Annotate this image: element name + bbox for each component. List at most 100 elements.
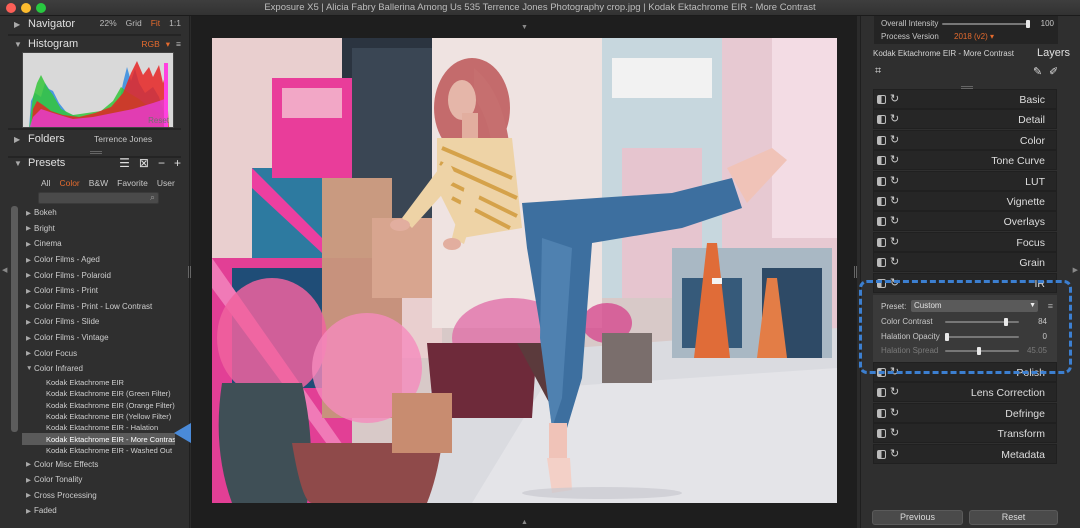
collapse-arrow-icon[interactable]: ▶ [22, 349, 34, 357]
fit-toggle[interactable]: Fit [151, 18, 160, 28]
photo-preview[interactable] [212, 38, 837, 503]
presets-header[interactable]: ▼ Presets ☰ ⊠ − + [14, 154, 181, 172]
crop-icon[interactable]: ⌗ [875, 65, 881, 78]
collapse-arrow-icon[interactable]: ▶ [22, 287, 34, 295]
histogram-header[interactable]: ▼ Histogram RGB ▾ ≡ [14, 35, 181, 53]
adjustment-panel-header[interactable]: ↻ LUT [873, 170, 1057, 191]
adjustment-panel-header[interactable]: ↻ Basic [873, 89, 1057, 109]
preset-category[interactable]: ▶ Color Films - Polaroid [22, 267, 175, 283]
panel-reset-icon[interactable]: ↻ [890, 112, 899, 125]
collapse-arrow-icon[interactable]: ▶ [22, 460, 34, 468]
collapse-arrow-icon[interactable]: ▶ [22, 476, 34, 484]
grid-toggle[interactable]: Grid [126, 18, 142, 28]
histogram-mode[interactable]: RGB ▾ ≡ [141, 39, 181, 50]
preset-category[interactable]: ▶ Color Focus [22, 345, 175, 361]
collapse-arrow-icon[interactable]: ▶ [22, 256, 34, 264]
adjustment-panel-header[interactable]: ↻ Color [873, 129, 1057, 150]
panel-reset-icon[interactable]: ↻ [890, 174, 899, 187]
adjustment-panel-header[interactable]: ↻ Focus [873, 231, 1057, 252]
process-version-select[interactable]: 2018 (v2) ▾ [954, 32, 994, 41]
preset-category[interactable]: ▶ Color Films - Slide [22, 314, 175, 330]
collapse-arrow-icon[interactable]: ▶ [22, 334, 34, 342]
list-view-icon[interactable]: ☰ [119, 156, 130, 170]
add-preset-icon[interactable]: + [174, 156, 181, 170]
adjustment-panel-header[interactable]: ↻ Tone Curve [873, 150, 1057, 171]
collapse-arrow-icon[interactable]: ▶ [22, 491, 34, 499]
paint-brush-icon[interactable]: ✐ [1049, 65, 1058, 78]
collapse-arrow-icon[interactable]: ▶ [14, 20, 28, 29]
expand-arrow-icon[interactable]: ▼ [14, 40, 28, 49]
preset-item[interactable]: Kodak Ektachrome EIR - Halation [22, 422, 175, 433]
panel-toggle-icon[interactable] [877, 237, 886, 247]
panel-reset-icon[interactable]: ↻ [890, 153, 899, 166]
panel-toggle-icon[interactable] [877, 429, 886, 439]
panel-toggle-icon[interactable] [877, 95, 886, 104]
panel-reset-icon[interactable]: ↻ [890, 447, 899, 460]
current-layer-name[interactable]: Kodak Ektachrome EIR - More Contrast [873, 49, 1014, 58]
preset-category[interactable]: ▶ Color Films - Print - Low Contrast [22, 299, 175, 315]
adjustment-panel-header[interactable]: ↻ Metadata [873, 443, 1057, 464]
navigator-header[interactable]: ▶ Navigator 22% Grid Fit 1:1 [14, 15, 181, 33]
preset-category[interactable]: ▶ Color Films - Aged [22, 252, 175, 268]
collapse-right-panel-icon[interactable]: ▶ [1073, 266, 1078, 274]
panel-reset-icon[interactable]: ↻ [890, 92, 899, 105]
preset-category[interactable]: ▶ Faded [22, 503, 175, 519]
brush-icon[interactable]: ✎ [1033, 65, 1042, 78]
expand-arrow-icon[interactable]: ▼ [22, 365, 34, 372]
adjustment-panel-header[interactable]: ↻ Defringe [873, 402, 1057, 423]
adjustment-panel-header[interactable]: ↻ Vignette [873, 191, 1057, 211]
preset-item[interactable]: Kodak Ektachrome EIR (Green Filter) [22, 388, 175, 399]
reset-button[interactable]: Reset [969, 510, 1058, 525]
preset-category[interactable]: ▶ Cross Processing [22, 487, 175, 503]
panel-toggle-icon[interactable] [877, 135, 886, 145]
previous-button[interactable]: Previous [872, 510, 963, 525]
preset-item[interactable]: Kodak Ektachrome EIR [22, 377, 175, 388]
panel-reset-icon[interactable]: ↻ [890, 385, 899, 398]
panel-toggle-icon[interactable] [877, 156, 886, 166]
preset-category[interactable]: ▶ Cinema [22, 236, 175, 252]
collapse-arrow-icon[interactable]: ▶ [22, 507, 34, 515]
adjustment-panel-header[interactable]: ↻ Overlays [873, 211, 1057, 232]
tab-all[interactable]: All [41, 178, 50, 188]
panel-reset-icon[interactable]: ↻ [890, 426, 899, 439]
preset-category[interactable]: ▶ Color Films - Vintage [22, 330, 175, 346]
current-folder[interactable]: Terrence Jones [94, 134, 152, 144]
collapse-arrow-icon[interactable]: ▶ [22, 302, 34, 310]
collapse-arrow-icon[interactable]: ▶ [22, 224, 34, 232]
collapse-arrow-icon[interactable]: ▶ [22, 240, 34, 248]
preset-category[interactable]: ▶ Bright [22, 221, 175, 237]
panel-toggle-icon[interactable] [877, 176, 886, 186]
collapse-top-icon[interactable]: ▼ [521, 24, 528, 31]
resize-grip[interactable] [188, 266, 191, 278]
panel-toggle-icon[interactable] [877, 217, 886, 227]
preset-item[interactable]: Kodak Ektachrome EIR (Yellow Filter) [22, 411, 175, 422]
collapse-arrow-icon[interactable]: ▶ [22, 271, 34, 279]
adjustment-panel-header[interactable]: ↻ Transform [873, 423, 1057, 444]
preset-item[interactable]: Kodak Ektachrome EIR - More Contrast [22, 433, 175, 445]
panel-reset-icon[interactable]: ↻ [890, 133, 899, 146]
menu-icon[interactable]: ≡ [176, 39, 181, 50]
histogram-channel[interactable]: RGB [141, 39, 159, 50]
panel-toggle-icon[interactable] [877, 197, 886, 206]
tab-color[interactable]: Color [59, 178, 79, 188]
panel-reset-icon[interactable]: ↻ [890, 235, 899, 248]
preset-category[interactable]: ▼ Color Infrared [22, 361, 175, 377]
remove-preset-icon[interactable]: − [158, 156, 165, 170]
overall-intensity-slider[interactable] [942, 20, 1030, 28]
panel-reset-icon[interactable]: ↻ [890, 214, 899, 227]
panel-reset-icon[interactable]: ↻ [890, 194, 899, 207]
dropdown-icon[interactable]: ▾ [166, 39, 170, 50]
tab-bw[interactable]: B&W [89, 178, 108, 188]
adjustment-panel-header[interactable]: ↻ Detail [873, 109, 1057, 130]
resize-grip[interactable] [854, 266, 857, 278]
preset-search-input[interactable]: ⌕ [38, 192, 159, 204]
preset-category[interactable]: ▶ Bokeh [22, 205, 175, 221]
panel-toggle-icon[interactable] [877, 388, 886, 398]
adjustment-panel-header[interactable]: ↻ Lens Correction [873, 382, 1057, 403]
panel-toggle-icon[interactable] [877, 408, 886, 418]
folders-header[interactable]: ▶ Folders Terrence Jones [14, 130, 181, 148]
collapse-arrow-icon[interactable]: ▶ [14, 135, 28, 144]
preset-item[interactable]: Kodak Ektachrome EIR (Orange Filter) [22, 399, 175, 410]
panel-reset-icon[interactable]: ↻ [890, 255, 899, 268]
panel-toggle-icon[interactable] [877, 258, 886, 268]
